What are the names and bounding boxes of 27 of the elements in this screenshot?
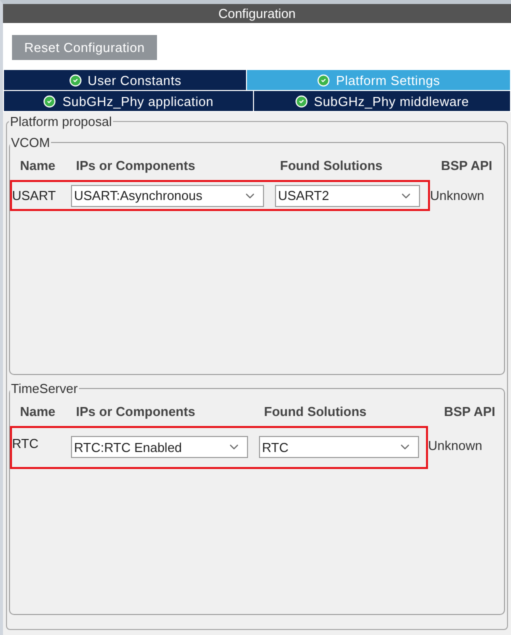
name-cell-text: RTC — [12, 436, 40, 451]
name-cell-text: USART — [12, 188, 57, 203]
solutions-dropdown[interactable]: RTC — [259, 436, 419, 458]
column-header: BSP API — [440, 158, 494, 172]
tab[interactable]: SubGHz_Phy application — [4, 91, 254, 111]
components-dropdown[interactable]: RTC:RTC Enabled — [71, 436, 248, 458]
group-legend: Platform proposal — [9, 114, 113, 129]
tab[interactable]: User Constants — [4, 70, 248, 90]
column-header: Found Solutions — [263, 404, 368, 418]
check-icon — [294, 94, 308, 108]
check-icon — [68, 74, 82, 86]
panel-title: Configuration — [3, 4, 511, 23]
group-legend: VCOM — [10, 135, 51, 150]
column-header: BSP API — [443, 404, 496, 418]
column-header: Name — [19, 158, 56, 172]
check-icon — [316, 74, 330, 86]
tab[interactable]: SubGHz_Phy middleware — [254, 91, 511, 111]
bsp-api-cell-text: Unknown — [430, 187, 484, 203]
bsp-api-cell-text: Unknown — [428, 437, 482, 453]
group-legend: TimeServer — [10, 381, 79, 396]
components-dropdown[interactable]: USART:Asynchronous — [71, 184, 264, 206]
column-header: Found Solutions — [279, 158, 384, 172]
check-icon — [43, 94, 56, 108]
column-header: Name — [19, 404, 56, 418]
column-header: IPs or Components — [75, 404, 196, 418]
solutions-dropdown[interactable]: USART2 — [275, 184, 420, 206]
column-header: IPs or Components — [75, 158, 196, 172]
